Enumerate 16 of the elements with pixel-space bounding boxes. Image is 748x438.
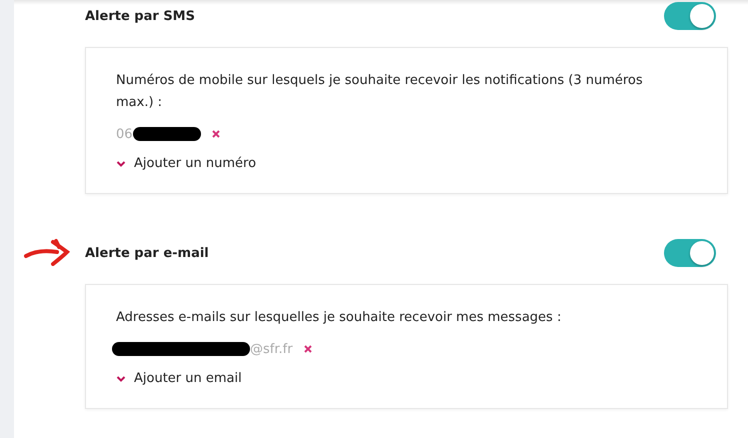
add-link[interactable]: Ajouter un numéro [134, 156, 256, 171]
chevron-down-icon [116, 160, 126, 168]
entry-value: @sfr.fr [250, 342, 293, 356]
close-icon[interactable] [302, 344, 313, 354]
card-description: Adresses e-mails sur lesquelles je souhaite recevoir mes messages : [116, 309, 562, 327]
toggle-switch[interactable] [664, 239, 716, 267]
section-title: Alerte par SMS [85, 8, 196, 24]
section-title: Alerte par e-mail [85, 246, 210, 260]
chevron-down-icon [116, 374, 126, 382]
toggle-switch[interactable] [664, 2, 716, 30]
redaction-mark [132, 127, 201, 141]
entry-value: 06 [116, 126, 133, 142]
hand-drawn-arrow-drawing [23, 236, 73, 266]
add-link[interactable]: Ajouter un email [134, 371, 242, 386]
card-description: Numéros de mobile sur lesquels je souhaite recevoir les notifications (3 numéros max.) : [116, 72, 644, 112]
close-icon[interactable] [210, 129, 221, 139]
